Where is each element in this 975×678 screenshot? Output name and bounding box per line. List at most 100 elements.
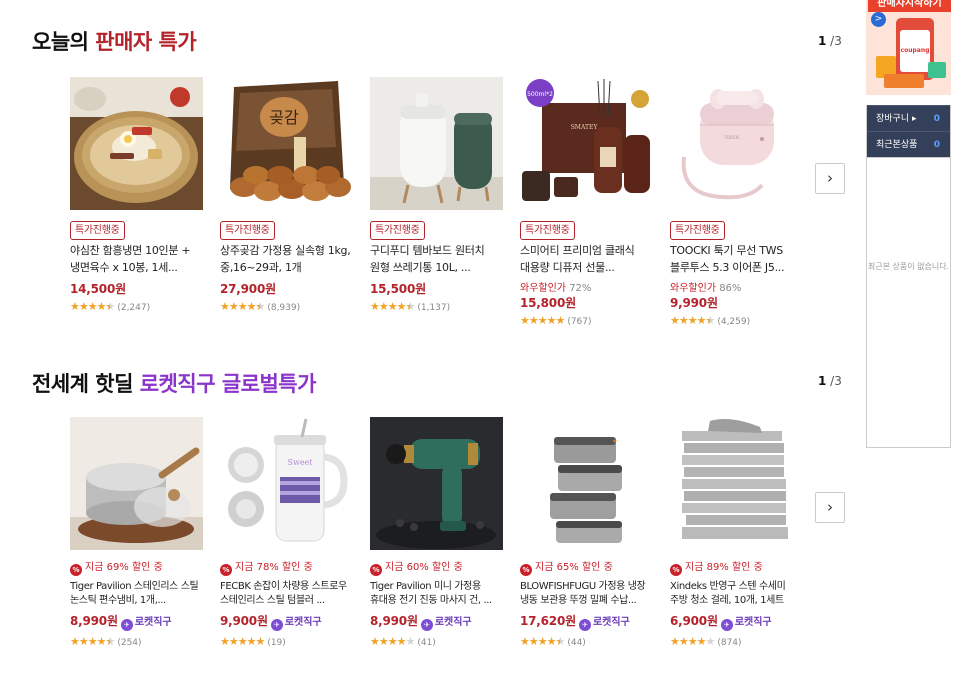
title-prefix: 전세계 핫딜 — [32, 372, 140, 396]
product-image[interactable] — [70, 417, 203, 550]
product-price: 6,900원 — [670, 614, 718, 628]
star-rating-icon: ★★★★★ — [220, 635, 265, 648]
rocket-direct-badge: ✈ 로켓직구 — [420, 615, 472, 631]
wow-label: 와우할인가 — [670, 283, 716, 294]
recent-count: 0 — [933, 140, 940, 150]
product-name[interactable]: TOOCKI 툭기 무선 TWS 블루투스 5.3 이어폰 J5... — [670, 242, 804, 276]
product-image[interactable]: TOOCKI — [670, 77, 803, 210]
product-card[interactable]: 곶감 특가진행중 상주곶감 가정용 실속형 1kg, 중,16~29과, 1개 … — [220, 77, 354, 313]
svg-text:★: ★ — [612, 438, 617, 445]
banner-title: 판매자시작하기 — [868, 0, 951, 12]
product-card[interactable]: TOOCKI 특가진행중 TOOCKI 툭기 무선 TWS 블루투스 5.3 이… — [670, 77, 804, 327]
right-sidebar: 판매자시작하기 > coupang 장바구니 ▸ 0 최근본상품 0 최근본 상품이… — [866, 0, 951, 448]
svg-text:500ml*2: 500ml*2 — [527, 91, 553, 98]
discount-label: % 지금 60% 할인 중 — [370, 561, 504, 576]
product-image[interactable]: ★ — [520, 417, 653, 550]
product-card[interactable]: 특가진행중 구디푸디 템바보드 원터치 원형 쓰레기통 10L, ... 15,… — [370, 77, 504, 313]
product-price: 8,990원 — [70, 614, 118, 628]
cart-link[interactable]: 장바구니 ▸ 0 — [867, 105, 950, 131]
product-price: 27,900원 — [220, 282, 276, 296]
rocket-direct-badge: ✈ 로켓직구 — [120, 615, 172, 631]
product-price: 17,620원 — [520, 614, 576, 628]
rocket-label: 로켓직구 — [284, 617, 322, 628]
discount-text: 지금 60% 할인 중 — [385, 562, 463, 573]
page-total: /3 — [826, 34, 842, 48]
product-image[interactable] — [370, 77, 503, 210]
section-title: 전세계 핫딜 로켓직구 글로벌특가 — [32, 368, 316, 398]
product-card[interactable]: Sweet % 지금 78% 할인 중 FECBK 손잡이 차량용 스트로우 스테… — [220, 417, 354, 648]
discount-text: 지금 89% 할인 중 — [685, 562, 763, 573]
product-name[interactable]: FECBK 손잡이 차량용 스트로우 스테인리스 스틸 텀블러 ... — [220, 580, 354, 608]
product-card[interactable]: 특가진행중 야심찬 함흥냉면 10인분 + 냉면육수 x 10봉, 1세... … — [70, 77, 204, 313]
product-card[interactable]: ★ % 지금 65% 할인 중 BLOWFISHFUGU 가정용 냉장 냉동 보관… — [520, 417, 654, 648]
seller-start-banner[interactable]: 판매자시작하기 > coupang — [866, 0, 951, 95]
deal-badge: 특가진행중 — [70, 221, 125, 240]
wow-percent: 72% — [569, 283, 592, 294]
product-rating: ★★★★★★(1,137) — [370, 298, 504, 313]
product-name[interactable]: 구디푸디 템바보드 원터치 원형 쓰레기통 10L, ... — [370, 242, 504, 276]
product-image[interactable] — [370, 417, 503, 550]
product-name[interactable]: Tiger Pavilion 미니 가정용 휴대용 전기 진동 마사지 건, .… — [370, 580, 504, 608]
review-count: (2,247) — [117, 303, 151, 313]
discount-text: 지금 65% 할인 중 — [535, 562, 613, 573]
arrow-right-icon: > — [871, 12, 886, 27]
discount-text: 지금 69% 할인 중 — [85, 562, 163, 573]
star-rating-icon: ★★★★★ — [670, 635, 715, 648]
rocket-icon: ✈ — [270, 619, 283, 631]
discount-label: % 지금 78% 할인 중 — [220, 561, 354, 576]
product-name[interactable]: Tiger Pavilion 스테인리스 스틸 논스틱 편수냄비, 1개,... — [70, 580, 204, 608]
star-rating-icon: ★★★★★★ — [670, 314, 715, 327]
section-title: 오늘의 판매자 특가 — [32, 26, 197, 56]
deal-badge: 특가진행중 — [670, 221, 725, 240]
deal-badge: 특가진행중 — [370, 221, 425, 240]
star-rating-icon: ★★★★★★ — [370, 300, 415, 313]
product-image[interactable]: Sweet — [220, 417, 353, 550]
product-image[interactable] — [670, 417, 803, 550]
review-count: (8,939) — [267, 303, 301, 313]
product-card[interactable]: SMATEY 500ml*2 특가진행중 스미어티 프리미엄 클래식 대용량 디… — [520, 77, 654, 327]
star-rating-icon: ★★★★★★ — [70, 635, 115, 648]
review-count: (874) — [717, 638, 742, 648]
wow-percent: 86% — [719, 283, 742, 294]
percent-icon: % — [70, 564, 82, 576]
svg-text:SMATEY: SMATEY — [571, 124, 599, 131]
product-card[interactable]: % 지금 89% 할인 중 Xindeks 반영구 스텐 수세미 주방 청소 걸레… — [670, 417, 804, 648]
review-count: (254) — [117, 638, 142, 648]
product-name[interactable]: 상주곶감 가정용 실속형 1kg, 중,16~29과, 1개 — [220, 242, 354, 276]
product-name[interactable]: Xindeks 반영구 스텐 수세미 주방 청소 걸레, 10개, 1세트 — [670, 580, 804, 608]
product-image[interactable] — [70, 77, 203, 210]
wow-discount: 와우할인가 72% — [520, 282, 654, 295]
next-page-button[interactable]: › — [815, 163, 845, 194]
percent-icon: % — [220, 564, 232, 576]
product-rating: ★★★★★ (874) — [670, 633, 804, 648]
discount-label: % 지금 89% 할인 중 — [670, 561, 804, 576]
product-card[interactable]: % 지금 69% 할인 중 Tiger Pavilion 스테인리스 스틸 논스틱… — [70, 417, 204, 648]
pager: 1 /3 — [818, 34, 842, 48]
coupang-logo: coupang — [900, 30, 930, 72]
product-name[interactable]: 스미어티 프리미엄 클래식 대용량 디퓨저 선물... — [520, 242, 654, 276]
chevron-right-icon: › — [827, 498, 833, 516]
box-illustration — [928, 62, 946, 78]
review-count: (4,259) — [717, 317, 751, 327]
rocket-direct-badge: ✈ 로켓직구 — [578, 615, 630, 631]
star-rating-icon: ★★★★★★ — [520, 635, 565, 648]
product-price: 14,500원 — [70, 282, 126, 296]
rocket-label: 로켓직구 — [434, 617, 472, 628]
product-image[interactable]: 곶감 — [220, 77, 353, 210]
rocket-icon: ✈ — [720, 619, 733, 631]
next-page-button[interactable]: › — [815, 492, 845, 523]
product-image[interactable]: SMATEY 500ml*2 — [520, 77, 653, 210]
product-name[interactable]: BLOWFISHFUGU 가정용 냉장 냉동 보관용 뚜껑 밀폐 수납... — [520, 580, 654, 608]
product-price: 15,500원 — [370, 282, 426, 296]
price-row: 17,620원 ✈ 로켓직구 — [520, 612, 654, 631]
recent-empty-message: 최근본 상품이 없습니다. — [867, 157, 950, 447]
rocket-icon: ✈ — [120, 619, 133, 631]
cart-label: 장바구니 ▸ — [876, 114, 917, 124]
page-total: /3 — [826, 374, 842, 388]
product-name[interactable]: 야심찬 함흥냉면 10인분 + 냉면육수 x 10봉, 1세... — [70, 242, 204, 276]
title-highlight: 로켓직구 글로벌특가 — [139, 372, 317, 396]
product-card[interactable]: % 지금 60% 할인 중 Tiger Pavilion 미니 가정용 휴대용 전… — [370, 417, 504, 648]
rocket-label: 로켓직구 — [592, 617, 630, 628]
recent-products-link[interactable]: 최근본상품 0 — [867, 131, 950, 157]
star-rating-icon: ★★★★★★ — [220, 300, 265, 313]
